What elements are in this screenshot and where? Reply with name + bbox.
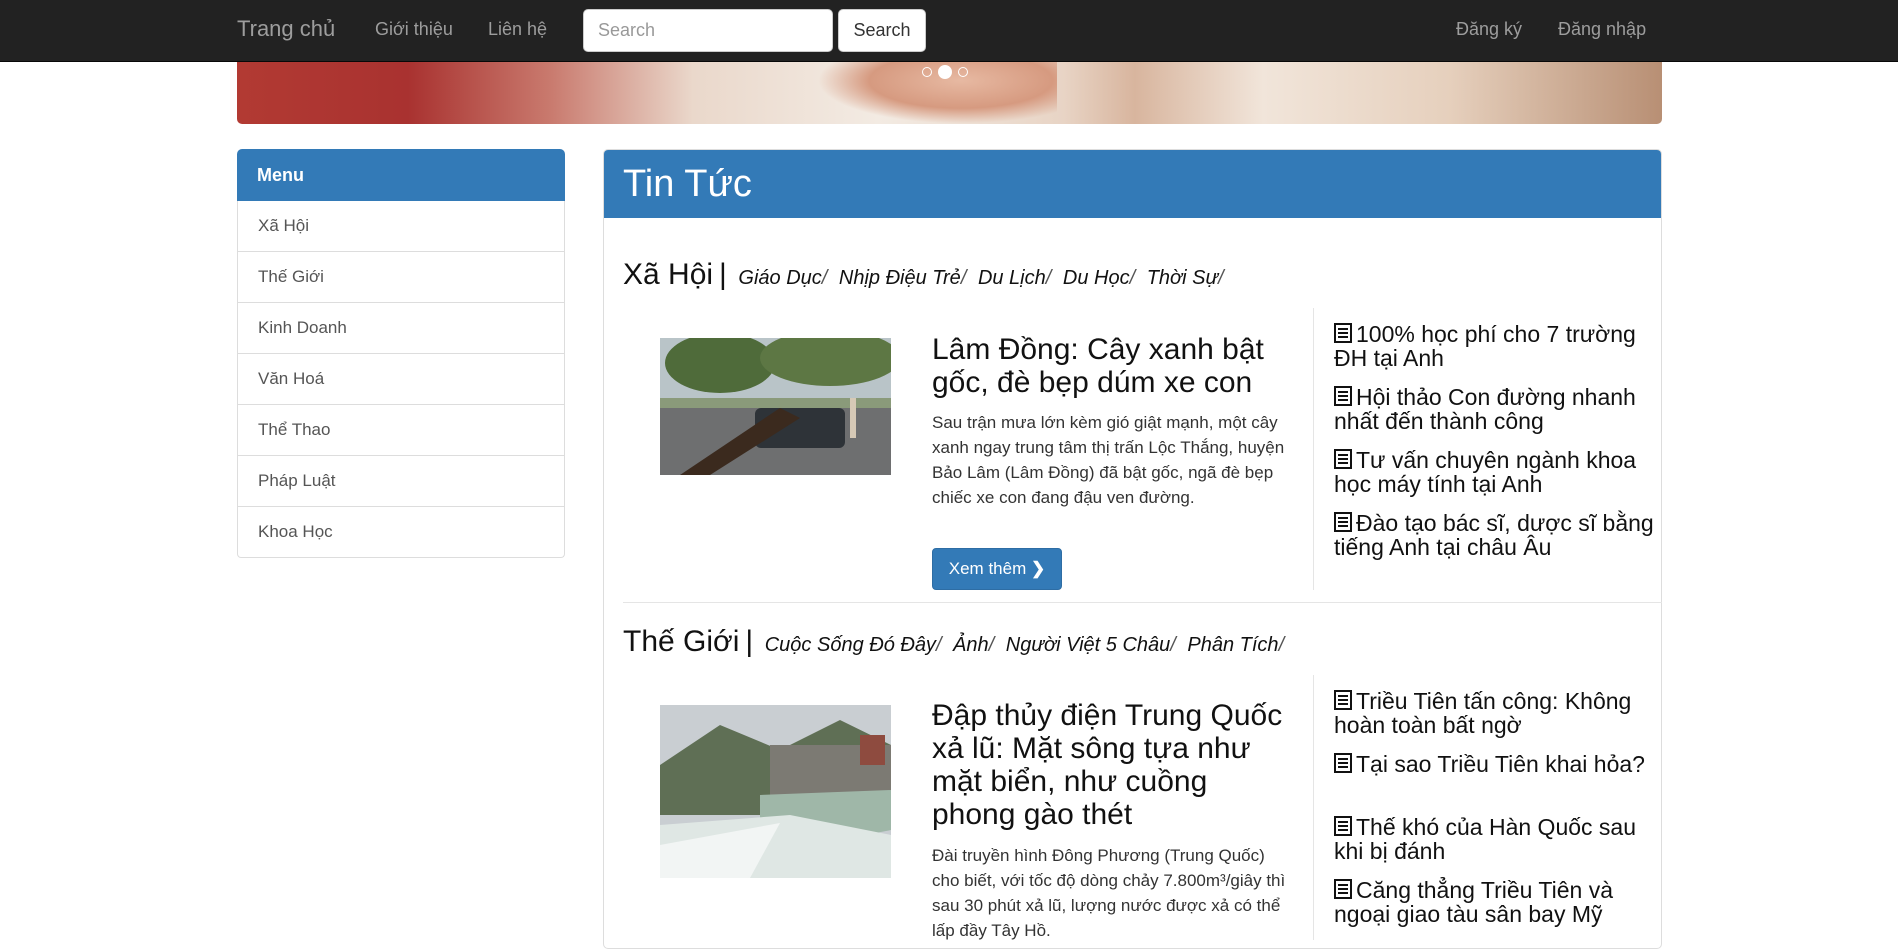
sidebar-item-van-hoa[interactable]: Văn Hoá (237, 354, 565, 405)
nav-link-about[interactable]: Giới thiệu (375, 19, 453, 40)
search-button[interactable]: Search (838, 9, 926, 52)
subcategory-link[interactable]: Người Việt 5 Châu (1006, 634, 1170, 656)
top-navbar: Trang chủ Giới thiệu Liên hệ Search Đăng… (0, 0, 1898, 62)
list-alt-icon (1334, 512, 1352, 532)
nav-link-login[interactable]: Đăng nhập (1558, 19, 1646, 40)
brand-home-link[interactable]: Trang chủ (237, 16, 335, 42)
article-headline[interactable]: Đập thủy điện Trung Quốc xả lũ: Mặt sông… (932, 699, 1292, 831)
article-thumbnail-dam-floodgate[interactable] (660, 705, 891, 878)
article-summary: Đài truyền hình Đông Phương (Trung Quốc)… (932, 846, 1286, 940)
carousel-indicators (922, 65, 968, 79)
related-news-link[interactable]: Tư vấn chuyên ngành khoa học máy tính tạ… (1334, 448, 1654, 496)
article-thumbnail-fallen-tree[interactable] (660, 338, 891, 475)
related-news-link[interactable]: Căng thẳng Triều Tiên và ngoại giao tàu … (1334, 878, 1654, 926)
read-more-label: Xem thêm (948, 559, 1027, 578)
subcategory-link[interactable]: Thời Sự (1147, 267, 1218, 289)
list-alt-icon (1334, 753, 1352, 773)
sidebar-title: Menu (237, 149, 565, 201)
list-alt-icon (1334, 816, 1352, 836)
subcategory-link[interactable]: Giáo Dục (738, 267, 821, 289)
list-alt-icon (1334, 449, 1352, 469)
article-headline[interactable]: Lâm Đồng: Cây xanh bật gốc, đè bẹp dúm x… (932, 333, 1292, 399)
carousel-indicator[interactable] (922, 67, 932, 77)
subcategory-link[interactable]: Du Học (1063, 267, 1130, 289)
related-news-link[interactable]: Đào tạo bác sĩ, dược sĩ bằng tiếng Anh t… (1334, 511, 1654, 559)
sidebar-item-khoa-hoc[interactable]: Khoa Học (237, 507, 565, 558)
search-input[interactable] (583, 9, 833, 52)
list-alt-icon (1334, 386, 1352, 406)
carousel-indicator[interactable] (958, 67, 968, 77)
related-news-link[interactable]: Triều Tiên tấn công: Không hoàn toàn bất… (1334, 689, 1654, 737)
article-summary: Sau trận mưa lớn kèm gió giật mạnh, một … (932, 413, 1285, 507)
subcategory-list: Cuộc Sống Đó Đây/ Ảnh/ Người Việt 5 Châu… (764, 634, 1285, 656)
section-name[interactable]: Thế Giới (623, 625, 739, 658)
column-divider (1313, 675, 1314, 940)
related-news-link[interactable]: Thế khó của Hàn Quốc sau khi bị đánh (1334, 815, 1654, 863)
section-heading-xa-hoi: Xã Hội | Giáo Dục/ Nhịp Điệu Trẻ/ Du Lịch… (623, 258, 1230, 292)
nav-link-contact[interactable]: Liên hệ (488, 19, 547, 40)
nav-link-register[interactable]: Đăng ký (1456, 19, 1522, 40)
sidebar-item-the-gioi[interactable]: Thế Giới (237, 252, 565, 303)
read-more-button[interactable]: Xem thêm ❯ (932, 548, 1062, 590)
related-news-link[interactable]: 100% học phí cho 7 trường ĐH tại Anh (1334, 322, 1654, 370)
list-alt-icon (1334, 879, 1352, 899)
section-heading-the-gioi: Thế Giới | Cuộc Sống Đó Đây/ Ảnh/ Người V… (623, 625, 1290, 659)
related-news-link[interactable]: Hội thảo Con đường nhanh nhất đến thành … (1334, 385, 1654, 433)
chevron-right-icon: ❯ (1030, 559, 1046, 578)
list-alt-icon (1334, 323, 1352, 343)
subcategory-link[interactable]: Phân Tích (1187, 634, 1278, 656)
subcategory-link[interactable]: Ảnh (953, 634, 989, 656)
sidebar-item-xa-hoi[interactable]: Xã Hội (237, 201, 565, 252)
subcategory-link[interactable]: Nhịp Điệu Trẻ (839, 267, 961, 289)
sidebar-menu: Menu Xã Hội Thế Giới Kinh Doanh Văn Hoá … (237, 149, 565, 558)
section-divider (623, 602, 1662, 603)
sidebar-item-phap-luat[interactable]: Pháp Luật (237, 456, 565, 507)
subcategory-link[interactable]: Du Lịch (978, 267, 1046, 289)
section-name[interactable]: Xã Hội (623, 258, 713, 291)
list-alt-icon (1334, 690, 1352, 710)
sidebar-item-kinh-doanh[interactable]: Kinh Doanh (237, 303, 565, 354)
subcategory-link[interactable]: Cuộc Sống Đó Đây (765, 634, 936, 656)
carousel-indicator-active[interactable] (938, 65, 952, 79)
page-title: Tin Tức (604, 150, 1661, 218)
sidebar-item-the-thao[interactable]: Thể Thao (237, 405, 565, 456)
related-news-link[interactable]: Tại sao Triều Tiên khai hỏa? (1334, 752, 1654, 776)
column-divider (1313, 308, 1314, 590)
subcategory-list: Giáo Dục/ Nhịp Điệu Trẻ/ Du Lịch/ Du Học… (738, 267, 1224, 289)
